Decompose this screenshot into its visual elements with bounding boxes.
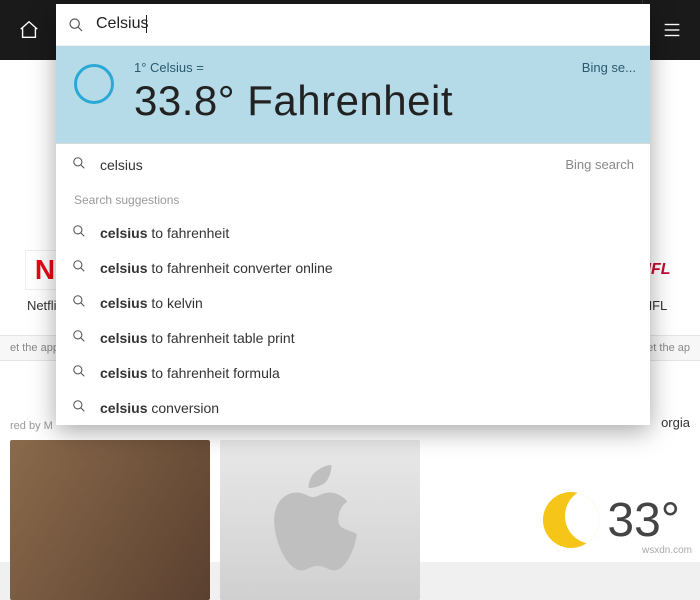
search-icon [72,259,100,276]
search-row: Celsius [56,4,650,46]
suggestion-item[interactable]: celsius to fahrenheit converter online [56,250,650,285]
top-suggestion[interactable]: celsius Bing search [56,144,650,185]
search-icon [72,294,100,311]
answer-result: 33.8° Fahrenheit [134,77,632,125]
watermark: wsxdn.com [642,545,692,556]
search-icon [72,364,100,381]
suggestion-text: celsius to fahrenheit [100,225,229,241]
home-icon [18,19,40,41]
suggestion-item[interactable]: celsius to fahrenheit formula [56,355,650,390]
search-input[interactable]: Celsius [96,11,650,37]
search-icon [72,156,100,173]
suggestion-text: celsius conversion [100,400,219,416]
menu-button[interactable] [642,0,700,60]
search-icon [72,399,100,416]
search-dropdown: Celsius 1° Celsius = 33.8° Fahrenheit Bi… [56,4,650,425]
news-image-apple[interactable] [220,440,420,600]
temperature: 33° [607,493,680,548]
powered-by: red by M [10,420,53,432]
suggestion-item[interactable]: celsius to fahrenheit table print [56,320,650,355]
top-suggestion-provider: Bing search [565,157,634,172]
suggestion-item[interactable]: celsius to fahrenheit [56,215,650,250]
suggestion-text: celsius to fahrenheit formula [100,365,280,381]
suggestions-label: Search suggestions [56,185,650,215]
answer-query: 1° Celsius = [134,60,632,75]
moon-icon [543,492,599,548]
top-suggestion-text: celsius [100,157,143,173]
suggestion-item[interactable]: celsius to kelvin [56,285,650,320]
hamburger-icon [661,19,683,41]
news-image-1[interactable] [10,440,210,600]
suggestion-text: celsius to kelvin [100,295,203,311]
cortana-icon [74,64,114,104]
suggestion-text: celsius to fahrenheit converter online [100,260,333,276]
weather-block[interactable]: 33° [543,440,690,600]
news-row: 33° [0,440,700,600]
search-icon [72,224,100,241]
get-app-right[interactable]: et the ap [647,342,690,354]
home-button[interactable] [0,0,58,60]
suggestion-text: celsius to fahrenheit table print [100,330,295,346]
search-icon [72,329,100,346]
suggestion-list: celsius to fahrenheit celsius to fahrenhe… [56,215,650,425]
answer-provider: Bing se... [582,60,636,75]
instant-answer[interactable]: 1° Celsius = 33.8° Fahrenheit Bing se... [56,46,650,144]
search-icon [56,17,96,33]
apple-logo-icon [265,455,375,585]
suggestion-item[interactable]: celsius conversion [56,390,650,425]
geo-label: orgia [661,415,690,430]
get-app-left[interactable]: et the app [10,342,59,354]
